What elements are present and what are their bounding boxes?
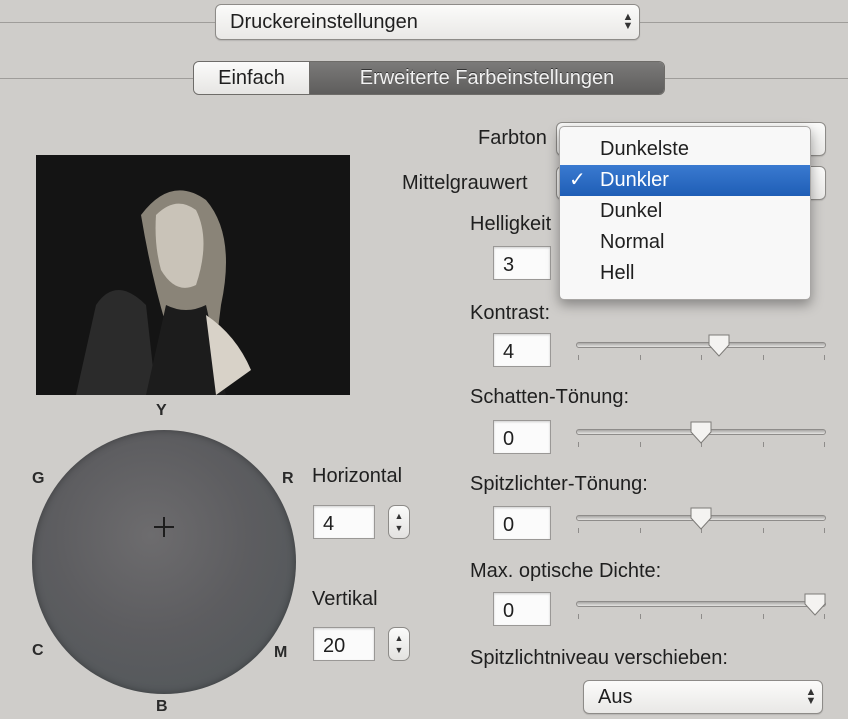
horizontal-stepper[interactable]: ▲ ▼ xyxy=(388,505,410,539)
spitzlichtniveau-value: Aus xyxy=(598,685,633,708)
wheel-label-g: G xyxy=(32,470,45,487)
slider-knob-icon[interactable] xyxy=(708,333,730,357)
schatten-field[interactable]: 0 xyxy=(493,420,551,454)
tab-bar: Einfach Erweiterte Farbeinstellungen xyxy=(193,61,665,95)
tab-einfach[interactable]: Einfach xyxy=(194,62,310,94)
slider-track xyxy=(576,342,826,348)
menu-item-dunkler[interactable]: ✓ Dunkler xyxy=(560,165,810,196)
vertikal-stepper[interactable]: ▲ ▼ xyxy=(388,627,410,661)
menu-item-label: Hell xyxy=(600,262,635,284)
spitzlichter-label: Spitzlichter-Tönung: xyxy=(470,473,648,495)
schatten-label: Schatten-Tönung: xyxy=(470,386,629,408)
preview-image xyxy=(36,155,350,395)
kontrast-label: Kontrast: xyxy=(470,302,551,324)
helligkeit-label: Helligkeit xyxy=(470,213,552,235)
slider-knob-icon[interactable] xyxy=(804,592,826,616)
mittelgrauwert-menu: Dunkelste ✓ Dunkler Dunkel Normal Hell xyxy=(559,126,811,300)
menu-item-label: Normal xyxy=(600,231,665,253)
menu-item-hell[interactable]: Hell xyxy=(560,258,810,289)
popup-arrows-icon: ▲ ▼ xyxy=(805,686,817,707)
dichte-field[interactable]: 0 xyxy=(493,592,551,626)
preset-popup-label: Druckereinstellungen xyxy=(230,10,418,33)
top-divider-left xyxy=(0,22,215,23)
menu-item-dunkel[interactable]: Dunkel xyxy=(560,196,810,227)
wheel-label-m: M xyxy=(274,644,288,661)
menu-item-dunkelste[interactable]: Dunkelste xyxy=(560,134,810,165)
menu-item-label: Dunkelste xyxy=(600,138,689,160)
top-divider-right xyxy=(640,22,848,23)
wheel-label-b: B xyxy=(156,698,168,715)
menu-item-label: Dunkel xyxy=(600,200,663,222)
slider-track xyxy=(576,601,826,607)
helligkeit-field[interactable]: 3 xyxy=(493,246,551,280)
horizontal-label: Horizontal xyxy=(312,465,403,487)
kontrast-field[interactable]: 4 xyxy=(493,333,551,367)
tab-erweiterte-farbeinstellungen[interactable]: Erweiterte Farbeinstellungen xyxy=(310,62,664,94)
dichte-slider[interactable] xyxy=(576,592,826,622)
wheel-label-c: C xyxy=(32,642,44,659)
vertikal-label: Vertikal xyxy=(312,588,378,610)
tab-divider-left xyxy=(0,78,193,79)
checkmark-icon: ✓ xyxy=(569,169,586,191)
preset-popup[interactable]: Druckereinstellungen ▲ ▼ xyxy=(215,4,640,40)
slider-knob-icon[interactable] xyxy=(690,506,712,530)
kontrast-slider[interactable] xyxy=(576,333,826,363)
spitzlichter-slider[interactable] xyxy=(576,506,826,536)
spitzlichtniveau-popup[interactable]: Aus ▲ ▼ xyxy=(583,680,823,714)
schatten-slider[interactable] xyxy=(576,420,826,450)
spitzlichtniveau-label: Spitzlichtniveau verschieben: xyxy=(470,647,728,669)
wheel-label-r: R xyxy=(282,470,294,487)
crosshair-icon xyxy=(154,517,174,537)
menu-item-normal[interactable]: Normal xyxy=(560,227,810,258)
menu-item-label: Dunkler xyxy=(600,169,669,191)
wheel-label-y: Y xyxy=(156,402,167,419)
popup-arrows-icon: ▲ ▼ xyxy=(622,11,634,32)
mittelgrauwert-label: Mittelgrauwert xyxy=(402,172,528,194)
color-wheel[interactable] xyxy=(32,430,296,694)
spitzlichter-field[interactable]: 0 xyxy=(493,506,551,540)
vertikal-field[interactable]: 20 xyxy=(313,627,375,661)
slider-knob-icon[interactable] xyxy=(690,420,712,444)
farbton-label: Farbton xyxy=(478,127,547,149)
horizontal-field[interactable]: 4 xyxy=(313,505,375,539)
tab-divider-right xyxy=(665,78,848,79)
dichte-label: Max. optische Dichte: xyxy=(470,560,662,582)
